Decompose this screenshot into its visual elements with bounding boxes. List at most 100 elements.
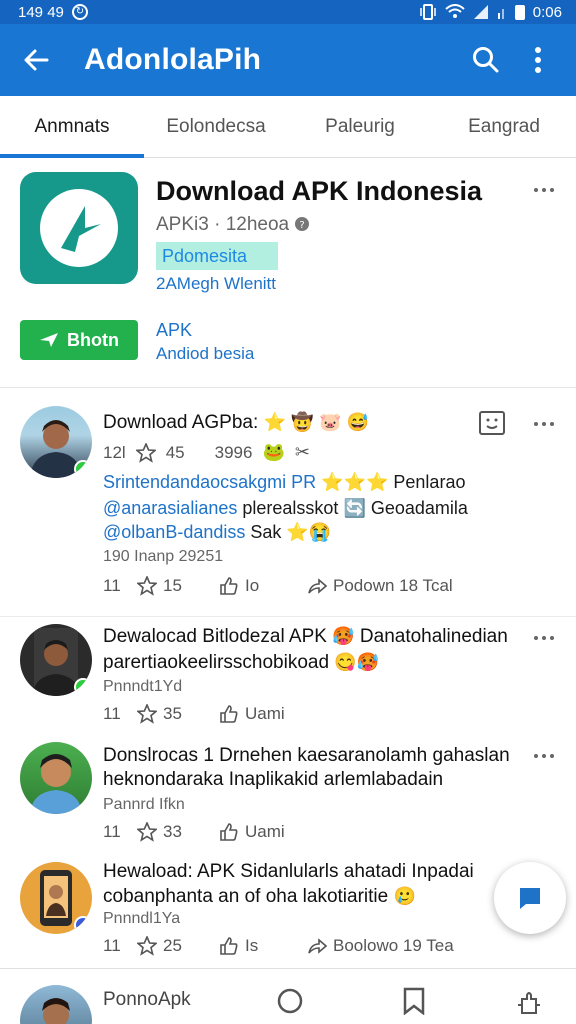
share-button[interactable]: Podown 18 Tcal [307, 576, 453, 596]
mention-link[interactable]: @olbanB-dandiss [103, 522, 245, 542]
signal-weak-icon [497, 9, 504, 19]
share-label: Boolowo 19 Tea [333, 936, 454, 955]
arrow-left-icon [24, 49, 49, 71]
post-more-button[interactable] [534, 636, 554, 640]
avatar[interactable] [20, 742, 92, 814]
share-label: Podown 18 Tcal [333, 576, 453, 595]
overflow-menu-button[interactable] [518, 40, 558, 80]
post-body-line-3: @olbanB-dandiss Sak ⭐😭 [103, 520, 331, 544]
star-button[interactable]: 15 [137, 576, 219, 596]
post-title: Hewaload: APK Sidanlularls ahatadi Inpad… [103, 861, 474, 882]
tab-anmnats[interactable]: Anmnats [0, 96, 144, 158]
send-icon [40, 333, 58, 347]
smile-emoji-icon: 😅 [346, 412, 370, 432]
app-icon[interactable] [20, 172, 138, 284]
tab-bar: Anmnats Eolondecsa Paleurig Eangrad [0, 96, 576, 158]
battery-icon [514, 4, 525, 20]
body-text-end: Geoadamila [370, 498, 468, 518]
like-label: Uami [245, 704, 285, 723]
star-count: 35 [163, 704, 182, 723]
post-title-text: Download AGPba: [103, 412, 259, 433]
post-body-text: parertiaokeelirsschobikoad [103, 652, 330, 673]
star-button[interactable]: 35 [137, 704, 219, 724]
comment-count: 11 [103, 576, 121, 595]
post-meta: Pnnndl1Ya [103, 910, 181, 927]
smile-emoji-icon: 😋🥵 [334, 652, 380, 672]
post-title: Donslrocas 1 Drnehen kaesaranolamh gahas… [103, 745, 510, 766]
body-text: plerealsskot [242, 498, 339, 518]
extensions-icon[interactable] [514, 987, 544, 1017]
star-icon [137, 704, 157, 724]
comment-count: 11 [103, 822, 121, 841]
stat-views: 3996 [214, 442, 253, 462]
notification-icon: ↻ [71, 4, 88, 20]
post-body-line: cobanphanta an of oha lakotiaritie 🥲 [103, 884, 416, 909]
comment-count: 11 [103, 936, 121, 955]
bookmark-icon[interactable] [401, 987, 427, 1015]
profile-avatar[interactable] [20, 985, 92, 1024]
share-icon [308, 938, 327, 954]
hashtag-link[interactable]: Srintendandaocsakgmi PR [103, 472, 316, 492]
avatar[interactable] [20, 862, 92, 934]
star-button[interactable]: 33 [137, 822, 219, 842]
back-button[interactable] [18, 42, 54, 78]
chat-bubble-icon [520, 888, 540, 909]
post-more-button[interactable] [534, 422, 554, 426]
like-label: Is [245, 936, 259, 955]
app-logo-icon [40, 189, 118, 267]
pig-emoji-icon: 🐷 [318, 412, 342, 432]
thumbs-up-icon [220, 937, 238, 955]
post-meta: Pannrd Ifkn [103, 796, 185, 813]
star-count: 15 [163, 576, 182, 595]
post-title: Download AGPba: ⭐ 🤠 🐷 😅 [103, 410, 369, 435]
post-body-line-2: @anarasialianes plerealsskot 🔄 Geoadamil… [103, 496, 468, 520]
stars-emoji-icon: ⭐⭐⭐ [321, 472, 389, 492]
star-icon [137, 936, 157, 956]
category-tag[interactable]: Pdomesita [156, 242, 278, 270]
post-meta: Pnnndt1Yd [103, 678, 183, 695]
frog-emoji-icon: 🐸 [262, 442, 285, 462]
post-more-button[interactable] [534, 754, 554, 758]
tab-eolondecsa[interactable]: Eolondecsa [144, 96, 288, 157]
share-button[interactable]: Boolowo 19 Tea [307, 936, 454, 956]
verified-badge [74, 678, 92, 696]
verified-badge [74, 916, 92, 934]
app-header-card: Download APK Indonesia APKi3 · 12heoa ? … [0, 158, 576, 388]
avatar[interactable] [20, 406, 92, 478]
star-button[interactable]: 25 [137, 936, 219, 956]
more-vertical-icon [535, 47, 541, 73]
developer-link[interactable]: 2AMegh Wlenitt [156, 274, 276, 294]
app-bar: AdonlolaPih [0, 24, 576, 96]
refresh-emoji-icon: 🔄 [343, 498, 366, 518]
star-icon [137, 576, 157, 596]
avatar[interactable] [20, 624, 92, 696]
signal-icon [473, 5, 488, 19]
like-button[interactable]: Uami [219, 704, 285, 724]
status-time: 149 49 [18, 3, 64, 21]
hot-face-emoji-icon: 🥵 [332, 626, 355, 646]
verified-badge [74, 460, 92, 478]
app-name: Download APK Indonesia [156, 176, 483, 206]
info-icon: ? [295, 217, 310, 231]
post-title-end: Danatohalinedian [359, 626, 508, 647]
download-button-label: Bhotn [67, 329, 119, 350]
thumbs-up-icon [220, 577, 238, 595]
post-body-line-1: Srintendandaocsakgmi PR ⭐⭐⭐ Penlarao [103, 470, 465, 494]
like-button[interactable]: Is [219, 936, 307, 956]
search-button[interactable] [466, 40, 506, 80]
apk-type: APK [156, 320, 193, 340]
like-button[interactable]: Uami [219, 822, 285, 842]
compose-button[interactable] [494, 862, 566, 934]
tab-eangrad[interactable]: Eangrad [432, 96, 576, 157]
download-button[interactable]: Bhotn [20, 320, 138, 360]
mention-link[interactable]: @anarasialianes [103, 498, 237, 518]
post-3: Donslrocas 1 Drnehen kaesaranolamh gahas… [0, 736, 576, 856]
post-body-text: cobanphanta an of oha lakotiaritie [103, 886, 389, 907]
tab-paleurig[interactable]: Paleurig [288, 96, 432, 157]
post-actions: 11 15 Io Podown 18 Tcal [103, 576, 453, 596]
app-more-button[interactable] [534, 188, 554, 192]
home-circle-icon[interactable] [276, 987, 304, 1015]
like-button[interactable]: Io [219, 576, 307, 596]
post-title-text: Dewalocad Bitlodezal APK [103, 626, 327, 647]
reaction-icon[interactable] [478, 410, 506, 436]
